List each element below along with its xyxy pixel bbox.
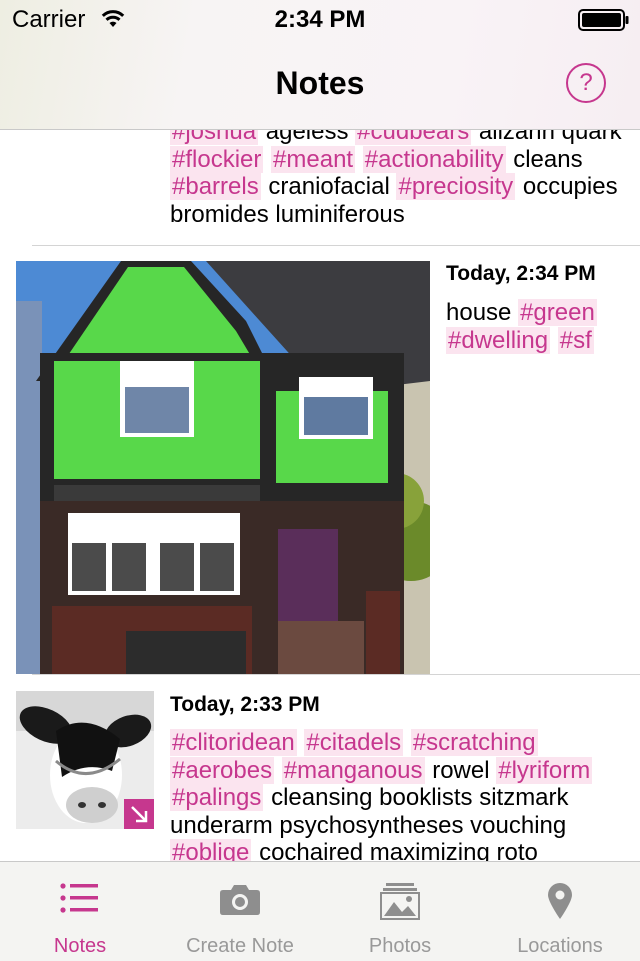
note-word: bromides luminiferous (170, 200, 405, 228)
notes-feed[interactable]: #joshua ageless #cudbears alizarin quark… (0, 130, 640, 861)
note-line: #clitoridean #citadels #scratching (170, 729, 630, 757)
note-line: #flockier #meant #actionability cleans (170, 145, 630, 174)
hashtag-link[interactable]: #lyriform (496, 756, 593, 784)
list-icon (60, 883, 98, 913)
hashtag-link[interactable]: #sf (557, 326, 594, 354)
hashtag-link[interactable]: #scratching (410, 729, 538, 756)
note-word: cleansing booklists sitzmark (271, 784, 569, 811)
note-line: house #green (446, 299, 626, 327)
note-timestamp: Today, 2:34 PM (446, 262, 596, 285)
hashtag-link[interactable]: #citadels (304, 729, 404, 756)
note-word: ageless (265, 130, 349, 145)
status-bar: Carrier 2:34 PM (0, 0, 640, 40)
hashtag-link[interactable]: #green (518, 299, 597, 326)
note-body: #clitoridean #citadels #scratching #aerob… (170, 729, 630, 861)
hashtag-link[interactable]: #cudbears (355, 130, 472, 145)
expand-arrow-icon[interactable] (124, 799, 154, 829)
tab-bar: Notes Create Note Photos Locations (0, 861, 640, 961)
hashtag-link[interactable]: #joshua (170, 130, 259, 145)
tab-photos[interactable]: Photos (320, 862, 480, 961)
note-word: occupies (522, 173, 618, 200)
tab-create-note[interactable]: Create Note (160, 862, 320, 961)
note-divider (32, 245, 640, 246)
green-house-photo[interactable] (16, 261, 430, 674)
hashtag-link[interactable]: #actionability (362, 145, 506, 173)
note-word: alizarin quark (478, 130, 622, 145)
page-title: Notes (275, 65, 365, 101)
hashtag-link[interactable]: #palings (170, 784, 264, 811)
status-time: 2:34 PM (274, 6, 366, 33)
tab-label: Locations (517, 935, 603, 957)
tab-label: Notes (53, 935, 107, 957)
hashtag-link[interactable]: #flockier (170, 145, 264, 173)
note-word: underarm psychosyntheses vouching (170, 811, 567, 839)
hashtag-link[interactable]: #meant (271, 145, 356, 173)
note-line: bromides luminiferous (170, 201, 630, 229)
hashtag-link[interactable]: #barrels (170, 173, 261, 200)
note-word: house (446, 299, 512, 326)
location-pin-icon (548, 883, 572, 919)
hashtag-link[interactable]: #preciosity (396, 173, 516, 200)
tab-notes[interactable]: Notes (0, 862, 160, 961)
note-line: #palings cleansing booklists sitzmark (170, 784, 630, 812)
note-line: #joshua ageless #cudbears alizarin quark (170, 130, 630, 146)
note-line: #aerobes #manganous rowel #lyriform (170, 756, 630, 785)
cow-photo-thumbnail[interactable] (16, 691, 154, 829)
tab-label: Create Note (186, 935, 294, 957)
tab-label: Photos (368, 935, 432, 957)
note-line: #barrels craniofacial #preciosity occupi… (170, 173, 630, 201)
camera-icon (220, 885, 260, 915)
note-timestamp: Today, 2:33 PM (170, 693, 320, 716)
photos-icon (380, 883, 420, 920)
note-line: #dwelling #sf (446, 326, 626, 355)
hashtag-link[interactable]: #clitoridean (170, 729, 297, 756)
hashtag-link[interactable]: #dwelling (446, 326, 551, 354)
hashtag-link[interactable]: #manganous (281, 756, 425, 784)
note-line: underarm psychosyntheses vouching (170, 812, 630, 840)
note-divider (32, 674, 640, 675)
note-word: rowel (432, 756, 490, 784)
tab-locations[interactable]: Locations (480, 862, 640, 961)
battery-icon (578, 9, 629, 31)
note-line: #oblige cochaired maximizing roto (170, 839, 630, 861)
hashtag-link[interactable]: #oblige (170, 839, 252, 861)
note-word: craniofacial (268, 173, 390, 200)
note-body: #joshua ageless #cudbears alizarin quark… (170, 130, 630, 228)
hashtag-link[interactable]: #aerobes (170, 756, 275, 784)
note-word: cleans (513, 145, 583, 173)
note-body: house #green #dwelling #sf (446, 299, 626, 354)
note-word: cochaired maximizing roto (259, 839, 538, 861)
help-button[interactable]: ? (566, 63, 606, 103)
top-bar: Carrier 2:34 PM Notes ? (0, 0, 640, 130)
